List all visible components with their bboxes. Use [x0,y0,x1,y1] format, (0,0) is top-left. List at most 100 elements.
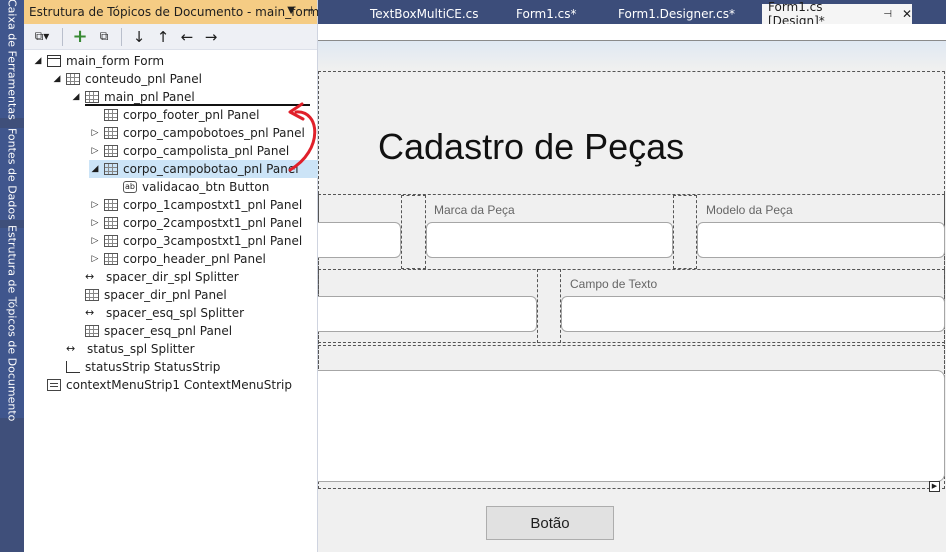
outline-toolbar: ⧉▾ + ⧉ ↓ ↑ ← → [24,24,317,50]
arrow-left-icon[interactable]: ← [176,27,198,47]
tree-item-label: corpo_2campostxt1_pnl Panel [123,216,303,230]
duplicate-icon[interactable]: ⧉ [93,27,115,47]
arrow-down-icon[interactable]: ↓ [128,27,150,47]
collapse-arrow-icon[interactable]: ◢ [70,92,82,102]
tree-item[interactable]: ◢ conteudo_pnl Panel [51,70,202,88]
tree-item-label: status_spl Splitter [87,342,195,356]
tab-form1-cs[interactable]: Form1.cs* [510,4,606,24]
arrow-up-icon[interactable]: ↑ [152,27,174,47]
tree-item-label: corpo_footer_pnl Panel [123,108,260,122]
brand-field[interactable] [426,222,673,258]
text-field-left[interactable] [318,222,401,258]
side-tab-document-outline[interactable]: Estrutura de Tópicos de Documento [0,224,24,422]
multiline-text-area[interactable] [318,370,945,482]
panel-icon [104,217,118,229]
side-tab-data-sources-label: Fontes de Dados [5,128,19,220]
side-tab-strip: Caixa de Ferramentas Fontes de Dados Est… [0,0,24,552]
spacer-panel[interactable] [537,269,561,343]
tree-item-label: corpo_campolista_pnl Panel [123,144,290,158]
tree-item[interactable]: ↔ spacer_esq_spl Splitter [70,304,244,322]
text-field[interactable] [561,296,945,332]
tree-item-label: corpo_campobotao_pnl Panel [123,162,299,176]
collapse-arrow-icon[interactable]: ◢ [89,164,101,174]
panel-icon [104,145,118,157]
close-icon[interactable]: ✕ [902,7,912,21]
expand-arrow-icon[interactable]: ▷ [89,146,101,156]
tree-item[interactable]: corpo_footer_pnl Panel [89,106,260,124]
button-icon: ab [123,181,137,193]
text-field-left-2[interactable] [318,296,537,332]
action-button[interactable]: Botão [486,506,614,540]
panel-icon [104,253,118,265]
tree-item[interactable]: ▷ corpo_3campostxt1_pnl Panel [89,232,303,250]
tree-item-label: corpo_1campostxt1_pnl Panel [123,198,303,212]
context-menu-icon [47,379,61,391]
tree-item[interactable]: ↔ status_spl Splitter [51,340,195,358]
tree-item[interactable]: spacer_dir_pnl Panel [70,286,227,304]
expand-arrow-icon[interactable]: ▷ [89,254,101,264]
expand-arrow-icon[interactable]: ▷ [89,200,101,210]
collapse-arrow-icon[interactable]: ◢ [51,74,63,84]
side-tab-toolbox[interactable]: Caixa de Ferramentas [0,0,24,120]
outline-title-bar: Estrutura de Tópicos de Documento - main… [24,0,320,24]
model-field[interactable] [697,222,945,258]
tree-item[interactable]: ◢ corpo_campobotao_pnl Panel [89,160,318,178]
expand-arrow-icon[interactable]: ▷ [89,236,101,246]
tree-item-label: conteudo_pnl Panel [85,72,202,86]
pin-icon[interactable]: ⊣ [303,4,313,17]
tree-item[interactable]: statusStrip StatusStrip [51,358,220,376]
tree-item-label: spacer_esq_spl Splitter [106,306,245,320]
splitter-icon: ↔ [66,342,76,355]
tab-label: TextBoxMultiCE.cs [370,7,479,21]
tree-item[interactable]: ◢ main_form Form [32,52,164,70]
tree-item[interactable]: ▷ corpo_header_pnl Panel [89,250,266,268]
tree-item-label: main_form Form [66,54,165,68]
tree-item[interactable]: ↔ spacer_dir_spl Splitter [70,268,239,286]
tree-item[interactable]: ▷ corpo_2campostxt1_pnl Panel [89,214,303,232]
tree-item-label: corpo_campobotoes_pnl Panel [123,126,305,140]
panel-icon [104,235,118,247]
panel-icon [104,163,118,175]
tree-item[interactable]: ab validacao_btn Button [108,178,269,196]
tree-item[interactable]: contextMenuStrip1 ContextMenuStrip [32,376,292,394]
spacer-panel[interactable] [673,195,697,269]
tree-item-label: main_pnl Panel [104,90,195,104]
toolbar-separator [121,27,122,46]
dropdown-icon[interactable]: ▼ [287,5,295,16]
add-icon[interactable]: + [69,26,91,47]
smart-tag-arrow-icon[interactable]: ▶ [929,481,940,492]
tree-item-label: spacer_dir_pnl Panel [104,288,227,302]
side-tab-document-outline-label: Estrutura de Tópicos de Documento [5,224,19,422]
outline-title: Estrutura de Tópicos de Documento - main… [29,5,320,19]
tree-item-label: corpo_3campostxt1_pnl Panel [123,234,303,248]
pin-icon[interactable]: ⊣ [883,9,892,20]
expand-arrow-icon[interactable]: ▷ [89,218,101,228]
tab-label: Form1.Designer.cs* [618,7,735,21]
tree-item[interactable]: ▷ corpo_1campostxt1_pnl Panel [89,196,303,214]
tree-item-label: validacao_btn Button [142,180,270,194]
tree-item-label: corpo_header_pnl Panel [123,252,266,266]
field-label-brand: Marca da Peça [434,203,515,217]
tree-item[interactable]: ▷ corpo_campobotoes_pnl Panel [89,124,305,142]
tab-textboxmultice[interactable]: TextBoxMultiCE.cs [364,4,504,24]
tree-item[interactable]: ◢ main_pnl Panel [70,88,195,106]
panel-icon [104,199,118,211]
splitter-icon: ↔ [85,306,95,319]
tree-item[interactable]: spacer_esq_pnl Panel [70,322,232,340]
splitter-icon: ↔ [85,270,95,283]
tab-label: Form1.cs* [516,7,577,21]
tab-form1-design[interactable]: Form1.cs [Design]* ⊣ ✕ [762,0,912,28]
tab-form1-designer[interactable]: Form1.Designer.cs* [612,4,758,24]
form-title-band [318,41,946,69]
side-tab-data-sources[interactable]: Fontes de Dados [0,128,24,220]
spacer-panel[interactable] [401,195,426,269]
expand-arrow-icon[interactable]: ▷ [89,128,101,138]
form-icon [47,55,61,67]
copy-dropdown-icon[interactable]: ⧉▾ [28,27,56,47]
status-strip-icon [66,361,80,373]
arrow-right-icon[interactable]: → [200,27,222,47]
collapse-arrow-icon[interactable]: ◢ [32,56,44,66]
document-outline-pane: Estrutura de Tópicos de Documento - main… [24,0,320,552]
tree-item[interactable]: ▷ corpo_campolista_pnl Panel [89,142,290,160]
side-tab-toolbox-label: Caixa de Ferramentas [5,0,19,120]
